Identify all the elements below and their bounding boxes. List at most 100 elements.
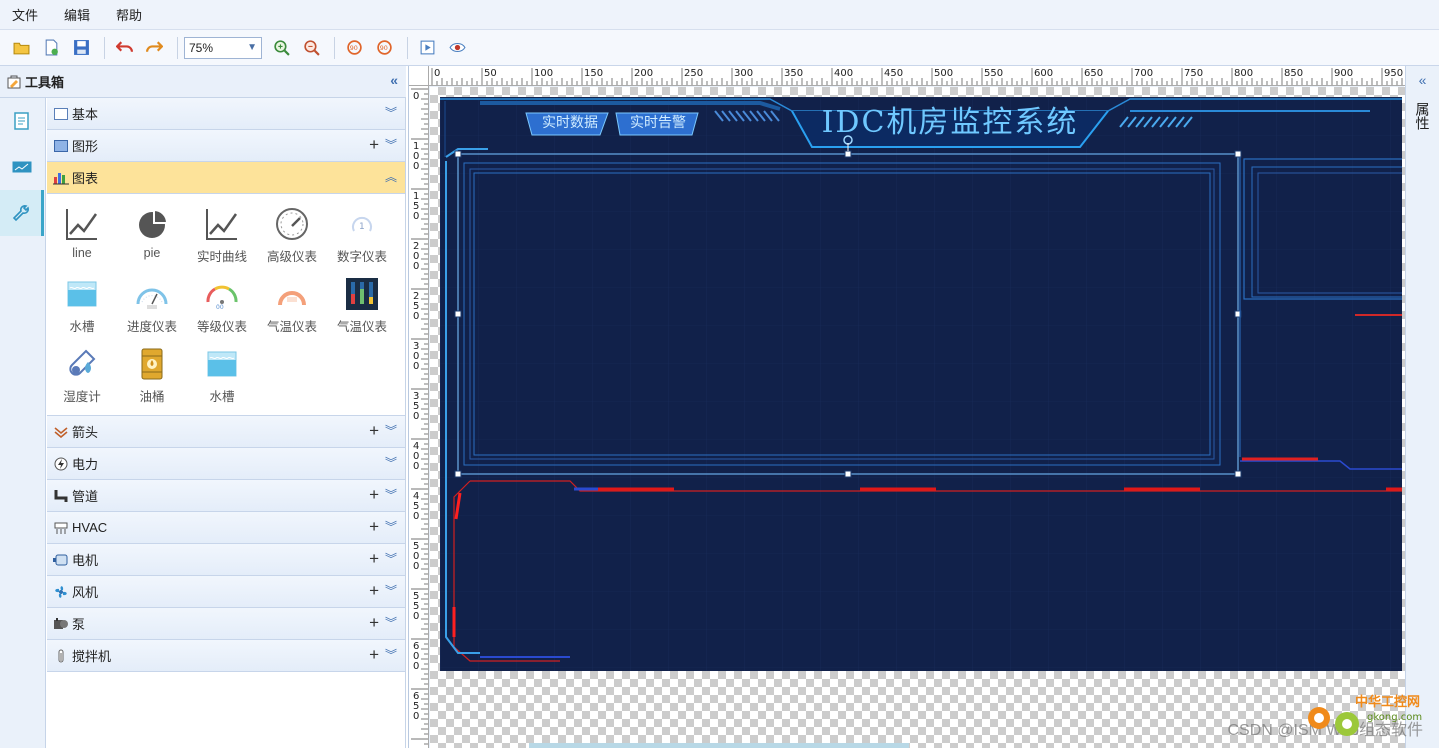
ruler-label: 0 xyxy=(413,161,419,172)
ruler-label: 0 xyxy=(413,511,419,522)
add-icon[interactable]: + xyxy=(369,518,379,536)
palette-label: 油桶 xyxy=(139,390,165,404)
pump-icon xyxy=(53,616,69,632)
palette-item-line[interactable]: line xyxy=(47,202,117,272)
strip-tools-button[interactable] xyxy=(0,190,44,236)
ruler-label: 100 xyxy=(534,68,553,79)
collapse-left-icon[interactable]: « xyxy=(390,72,398,88)
category-shapes[interactable]: 图形 + ︾ xyxy=(47,130,405,162)
palette-item-hygrometer[interactable]: 湿度计 xyxy=(47,342,117,412)
bar-chart-icon xyxy=(53,170,69,186)
expand-icon[interactable]: ︾ xyxy=(385,551,397,567)
ruler-label: 0 xyxy=(413,711,419,722)
menu-edit[interactable]: 编辑 xyxy=(64,5,90,24)
collapse-icon[interactable]: ︽ xyxy=(385,169,397,185)
palette-item-pie[interactable]: pie xyxy=(117,202,187,272)
expand-icon[interactable]: ︾ xyxy=(385,583,397,599)
expand-icon[interactable]: ︾ xyxy=(385,423,397,439)
add-icon[interactable]: + xyxy=(369,614,379,632)
palette-item-temperature-gauge[interactable]: 气温仪表 xyxy=(257,272,327,342)
zoom-out-icon[interactable] xyxy=(298,36,324,60)
realtime-data-button[interactable]: 实时数据 xyxy=(536,113,604,133)
category-hvac[interactable]: HVAC + ︾ xyxy=(47,512,405,544)
expand-icon[interactable]: ︾ xyxy=(385,487,397,503)
toolbox-icon xyxy=(7,75,21,88)
palette-item-water-tank-2[interactable]: 水槽 xyxy=(187,342,257,412)
category-label: 风机 xyxy=(72,585,99,600)
temperature-gauge-icon xyxy=(274,276,310,312)
new-file-icon[interactable] xyxy=(38,36,64,60)
eye-icon[interactable] xyxy=(444,36,470,60)
add-icon[interactable]: + xyxy=(369,486,379,504)
zoom-in-icon[interactable] xyxy=(268,36,294,60)
ruler-label: 250 xyxy=(684,68,703,79)
expand-icon[interactable]: ︾ xyxy=(385,105,397,121)
rotate-right-icon[interactable]: 90 xyxy=(371,36,397,60)
expand-icon[interactable]: ︾ xyxy=(385,455,397,471)
palette-item-progress-gauge[interactable]: 进度仪表 xyxy=(117,272,187,342)
chart-palette: line pie 实时曲线 高级仪表 1 数字仪表 水槽 进度仪表 00 等级仪 xyxy=(47,194,405,416)
open-folder-icon[interactable] xyxy=(8,36,34,60)
menu-file[interactable]: 文件 xyxy=(12,5,38,24)
palette-label: pie xyxy=(143,246,161,260)
palette-label: 气温仪表 xyxy=(266,320,317,334)
palette-item-water-tank[interactable]: 水槽 xyxy=(47,272,117,342)
ruler-label: 650 xyxy=(1084,68,1103,79)
category-charts[interactable]: 图表 ︽ xyxy=(47,162,405,194)
strip-chart-button[interactable] xyxy=(0,144,44,190)
category-label: 管道 xyxy=(72,489,99,504)
palette-item-advanced-gauge[interactable]: 高级仪表 xyxy=(257,202,327,272)
chevron-down-icon: ▼ xyxy=(247,42,257,53)
preview-icon[interactable] xyxy=(414,36,440,60)
expand-left-icon[interactable]: « xyxy=(1406,72,1439,88)
category-pipes[interactable]: 管道 + ︾ xyxy=(47,480,405,512)
category-mixers[interactable]: 搅拌机 + ︾ xyxy=(47,640,405,672)
palette-label: 水槽 xyxy=(69,320,95,334)
ruler-label: 950 xyxy=(1384,68,1403,79)
add-icon[interactable]: + xyxy=(369,550,379,568)
palette-item-level-gauge[interactable]: 00 等级仪表 xyxy=(187,272,257,342)
add-icon[interactable]: + xyxy=(369,136,379,154)
ruler-label: 0 xyxy=(413,411,419,422)
expand-icon[interactable]: ︾ xyxy=(385,615,397,631)
toolbar-separator xyxy=(334,36,335,59)
undo-icon[interactable] xyxy=(111,36,137,60)
idc-dashboard-stage[interactable]: 实时数据 实时告警 IDC机房监控系统 xyxy=(440,97,1402,671)
svg-text:00: 00 xyxy=(216,304,224,310)
category-basic[interactable]: 基本 ︾ xyxy=(47,98,405,130)
save-icon[interactable] xyxy=(68,36,94,60)
basic-icon xyxy=(53,106,69,122)
expand-icon[interactable]: ︾ xyxy=(385,519,397,535)
page-icon xyxy=(14,112,29,130)
expand-icon[interactable]: ︾ xyxy=(385,137,397,153)
monitor-chart-icon xyxy=(12,161,32,173)
add-icon[interactable]: + xyxy=(369,422,379,440)
ruler-label: 150 xyxy=(584,68,603,79)
palette-item-digital-gauge[interactable]: 1 数字仪表 xyxy=(327,202,397,272)
rotate-left-icon[interactable]: 90 xyxy=(341,36,367,60)
zoom-select[interactable]: 75% ▼ xyxy=(184,36,262,59)
category-fans[interactable]: 风机 + ︾ xyxy=(47,576,405,608)
expand-icon[interactable]: ︾ xyxy=(385,647,397,663)
toolbar-separator xyxy=(407,36,408,59)
category-pumps[interactable]: 泵 + ︾ xyxy=(47,608,405,640)
redo-icon[interactable] xyxy=(141,36,167,60)
palette-item-realtime-curve[interactable]: 实时曲线 xyxy=(187,202,257,272)
realtime-alarm-button[interactable]: 实时告警 xyxy=(624,113,692,133)
category-power[interactable]: 电力 ︾ xyxy=(47,448,405,480)
menu-help[interactable]: 帮助 xyxy=(116,5,142,24)
strip-page-button[interactable] xyxy=(0,98,44,144)
add-icon[interactable]: + xyxy=(369,582,379,600)
lightning-icon xyxy=(53,456,69,472)
temperature-panel-icon xyxy=(344,276,380,312)
ruler-label: 300 xyxy=(734,68,753,79)
toolbar-separator xyxy=(177,36,178,59)
add-icon[interactable]: + xyxy=(369,646,379,664)
palette-item-oil-drum[interactable]: 油桶 xyxy=(117,342,187,412)
palette-label: 实时曲线 xyxy=(196,250,247,264)
ruler-label: 50 xyxy=(484,68,497,79)
category-arrows[interactable]: 箭头 + ︾ xyxy=(47,416,405,448)
category-motors[interactable]: 电机 + ︾ xyxy=(47,544,405,576)
horizontal-scrollbar[interactable] xyxy=(529,743,909,748)
palette-item-temperature-gauge-2[interactable]: 气温仪表 xyxy=(327,272,397,342)
